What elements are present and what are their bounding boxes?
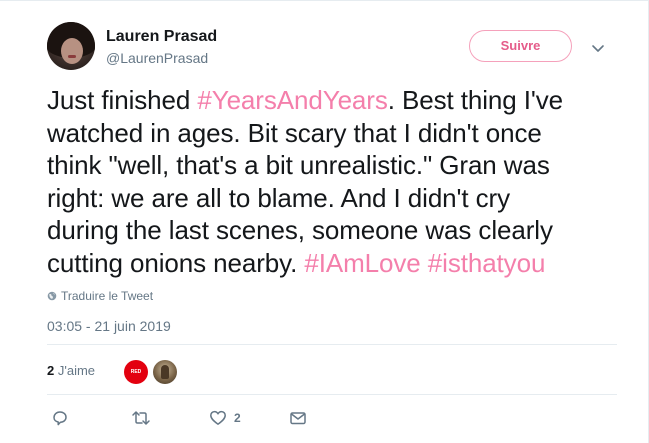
tweet-text-line: Just finished #YearsAndYears. Best thing… <box>47 84 617 117</box>
divider <box>47 394 617 395</box>
divider <box>47 344 617 345</box>
tweet-text-segment: . Best thing I've <box>387 85 563 115</box>
hashtag-link[interactable]: #YearsAndYears <box>197 85 387 115</box>
like-count: 2 <box>234 411 241 425</box>
tweet-text-segment: right: we are all to blame. And I didn't… <box>47 182 511 213</box>
globe-icon <box>47 289 57 301</box>
likes-label: J'aime <box>57 363 96 378</box>
tweet-card: Lauren Prasad @LaurenPrasad Suivre Just … <box>0 0 649 443</box>
reply-button[interactable] <box>51 408 69 428</box>
likes-count: 2 <box>47 363 55 378</box>
tweet-text-segment: think "well, that's a bit unrealistic." … <box>47 150 550 180</box>
liker-avatar[interactable] <box>153 360 177 384</box>
user-handle[interactable]: @LaurenPrasad <box>106 49 208 67</box>
translate-label: Traduire le Tweet <box>61 289 154 303</box>
reply-icon <box>51 409 69 427</box>
tweet-text: Just finished #YearsAndYears. Best thing… <box>47 84 617 279</box>
tweet-text-segment <box>421 248 428 278</box>
liker-badge-text: RED <box>130 369 142 375</box>
tweet-timestamp[interactable]: 03:05 - 21 juin 2019 <box>47 317 171 335</box>
tweet-text-line: cutting onions nearby. #IAmLove #isthaty… <box>47 247 617 280</box>
tweet-text-line: during the last scenes, someone was clea… <box>47 214 617 247</box>
likes-summary[interactable]: 2 J'aime <box>47 363 95 379</box>
tweet-text-segment: Just finished <box>47 85 198 115</box>
liker-avatar[interactable]: RED <box>124 360 148 384</box>
display-name[interactable]: Lauren Prasad <box>106 27 217 47</box>
tweet-text-line: think "well, that's a bit unrealistic." … <box>47 149 617 182</box>
avatar[interactable] <box>47 22 95 70</box>
retweet-icon <box>131 409 151 427</box>
chevron-down-icon[interactable] <box>588 38 608 58</box>
tweet-text-segment: during the last scenes, someone was clea… <box>47 215 553 245</box>
tweet-text-line: watched in ages. Bit scary that I didn't… <box>47 117 617 150</box>
top-divider <box>0 0 649 1</box>
hashtag-link[interactable]: #isthatyou <box>428 248 546 278</box>
retweet-button[interactable] <box>131 408 151 428</box>
hashtag-link[interactable]: #IAmLove <box>304 248 420 278</box>
translate-tweet-link[interactable]: Traduire le Tweet <box>47 288 153 304</box>
like-button[interactable]: 2 <box>209 408 241 428</box>
tweet-text-line: right: we are all to blame. And I didn't… <box>47 182 617 215</box>
tweet-text-segment: watched in ages. Bit scary that I didn't… <box>47 117 542 148</box>
direct-message-button[interactable] <box>289 408 307 428</box>
follow-button[interactable]: Suivre <box>469 30 572 62</box>
envelope-icon <box>289 409 307 427</box>
heart-icon <box>209 409 227 427</box>
tweet-text-segment: cutting onions nearby. <box>47 247 305 278</box>
